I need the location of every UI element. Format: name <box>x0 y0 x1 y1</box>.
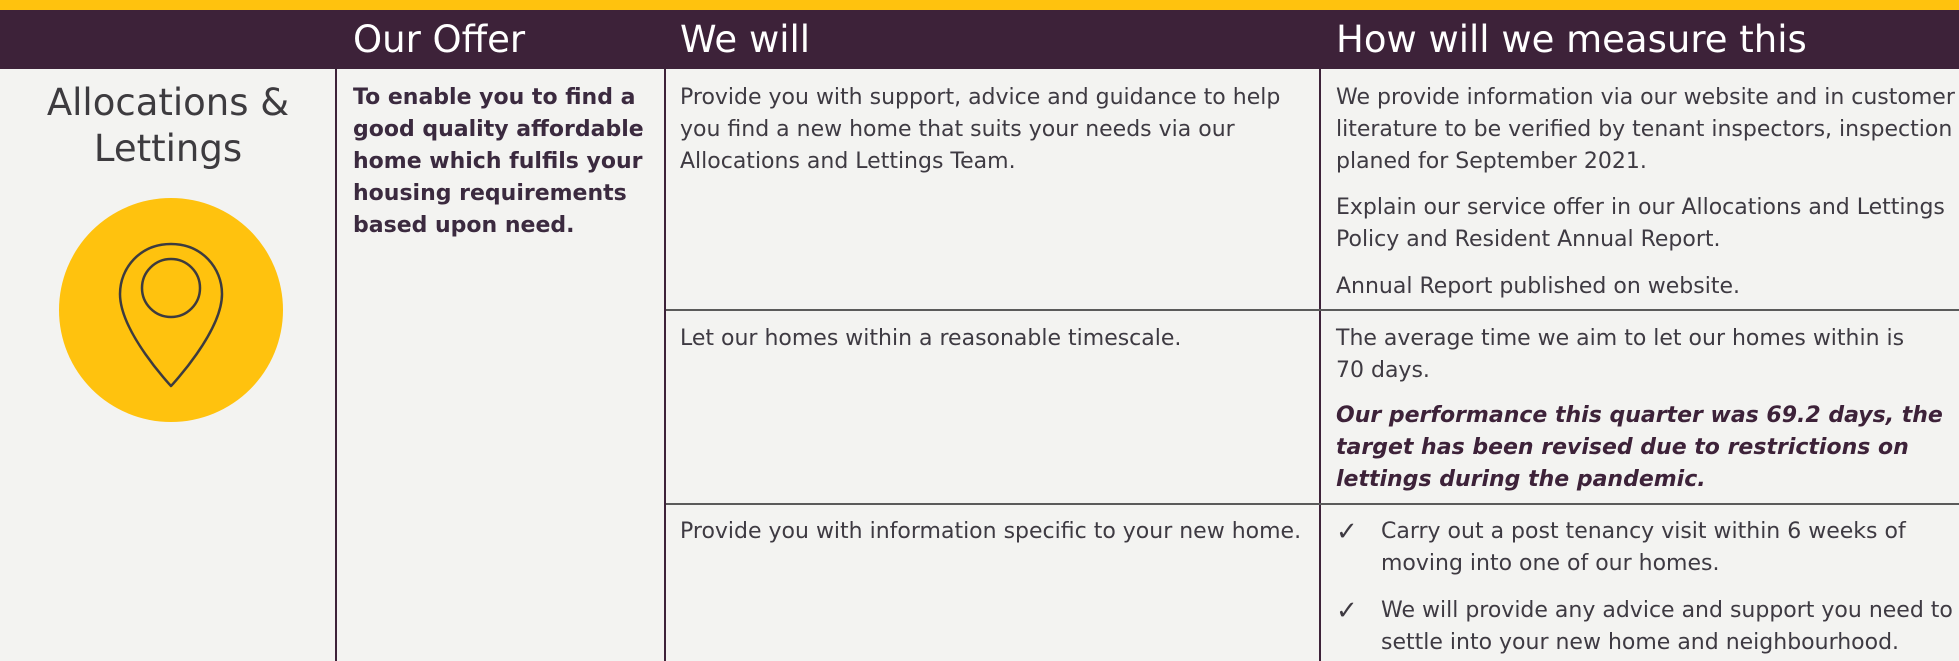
section-title: Allocations & Lettings <box>46 81 290 170</box>
header-measure: How will we measure this <box>1336 18 1807 61</box>
check-item-1: Carry out a post tenancy visit within 6 … <box>1381 519 1906 576</box>
measure-row-1-para-3: Annual Report published on website. <box>1336 274 1741 299</box>
row-divider <box>666 309 1320 311</box>
top-accent-bar <box>0 0 1959 10</box>
measure-row-1-para-2: Explain our service offer in our Allocat… <box>1336 195 1945 252</box>
offer-text: To enable you to find a good quality aff… <box>353 85 644 238</box>
row-divider <box>1320 503 1959 505</box>
measure-row-2-performance: Our performance this quarter was 69.2 da… <box>1336 403 1943 492</box>
column-divider <box>664 10 666 661</box>
measure-row-2-target: The average time we aim to let our homes… <box>1336 326 1905 383</box>
row-divider <box>666 503 1320 505</box>
row-divider <box>1320 309 1959 311</box>
check-item-2: We will provide any advice and support y… <box>1381 598 1953 655</box>
header-we-will: We will <box>680 18 811 61</box>
check-icon: ✓ <box>1336 596 1358 626</box>
column-divider <box>1319 10 1321 661</box>
check-icon: ✓ <box>1336 517 1358 547</box>
header-our-offer: Our Offer <box>353 18 526 61</box>
location-pin-icon <box>59 198 283 422</box>
measure-row-1-para-1: We provide information via our website a… <box>1336 85 1955 174</box>
we-will-row-1: Provide you with support, advice and gui… <box>680 85 1281 174</box>
we-will-row-2: Let our homes within a reasonable timesc… <box>680 326 1182 351</box>
we-will-row-3: Provide you with information specific to… <box>680 519 1302 544</box>
